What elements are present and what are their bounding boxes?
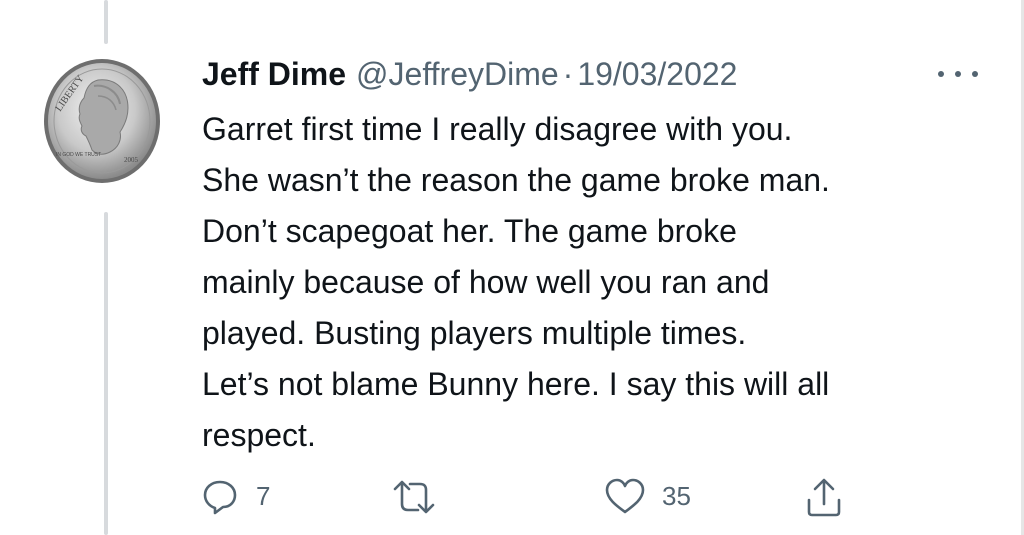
tweet-actions: 7 35 xyxy=(0,476,1024,520)
user-handle[interactable]: @JeffreyDime xyxy=(356,52,559,96)
separator-dot: · xyxy=(562,56,574,92)
svg-text:IN GOD WE TRUST: IN GOD WE TRUST xyxy=(56,152,101,158)
tweet-date[interactable]: 19/03/2022 xyxy=(577,52,737,96)
tweet-text: Garret first time I really disagree with… xyxy=(202,104,1002,461)
tweet-text-line: Don’t scapegoat her. The game broke xyxy=(202,213,737,249)
tweet-text-line: mainly because of how well you ran and xyxy=(202,264,770,300)
share-icon xyxy=(807,478,841,517)
share-button[interactable] xyxy=(804,476,844,518)
retweet-icon xyxy=(393,480,435,514)
tweet-text-line: Garret first time I really disagree with… xyxy=(202,111,793,147)
heart-icon xyxy=(605,478,645,514)
reply-icon xyxy=(203,480,237,515)
reply-count: 7 xyxy=(256,480,271,511)
tweet-text-line: respect. xyxy=(202,417,316,453)
avatar[interactable]: LIBERTY IN GOD WE TRUST 2005 xyxy=(42,56,162,186)
like-button[interactable]: 35 xyxy=(604,476,691,516)
more-options-icon xyxy=(938,71,944,77)
like-count: 35 xyxy=(662,480,691,511)
svg-text:2005: 2005 xyxy=(124,156,139,164)
thread-line-top xyxy=(104,0,108,44)
tweet-text-line: She wasn’t the reason the game broke man… xyxy=(202,162,830,198)
reply-button[interactable]: 7 xyxy=(200,476,270,516)
tweet-text-line: played. Busting players multiple times. xyxy=(202,315,747,351)
tweet-header: Jeff Dime @JeffreyDime · 19/03/2022 xyxy=(202,52,737,102)
more-options-button[interactable] xyxy=(938,66,978,82)
retweet-button[interactable] xyxy=(392,478,452,516)
dime-coin-avatar-icon: LIBERTY IN GOD WE TRUST 2005 xyxy=(44,59,160,183)
tweet-text-line: Let’s not blame Bunny here. I say this w… xyxy=(202,366,830,402)
display-name[interactable]: Jeff Dime xyxy=(202,52,346,96)
